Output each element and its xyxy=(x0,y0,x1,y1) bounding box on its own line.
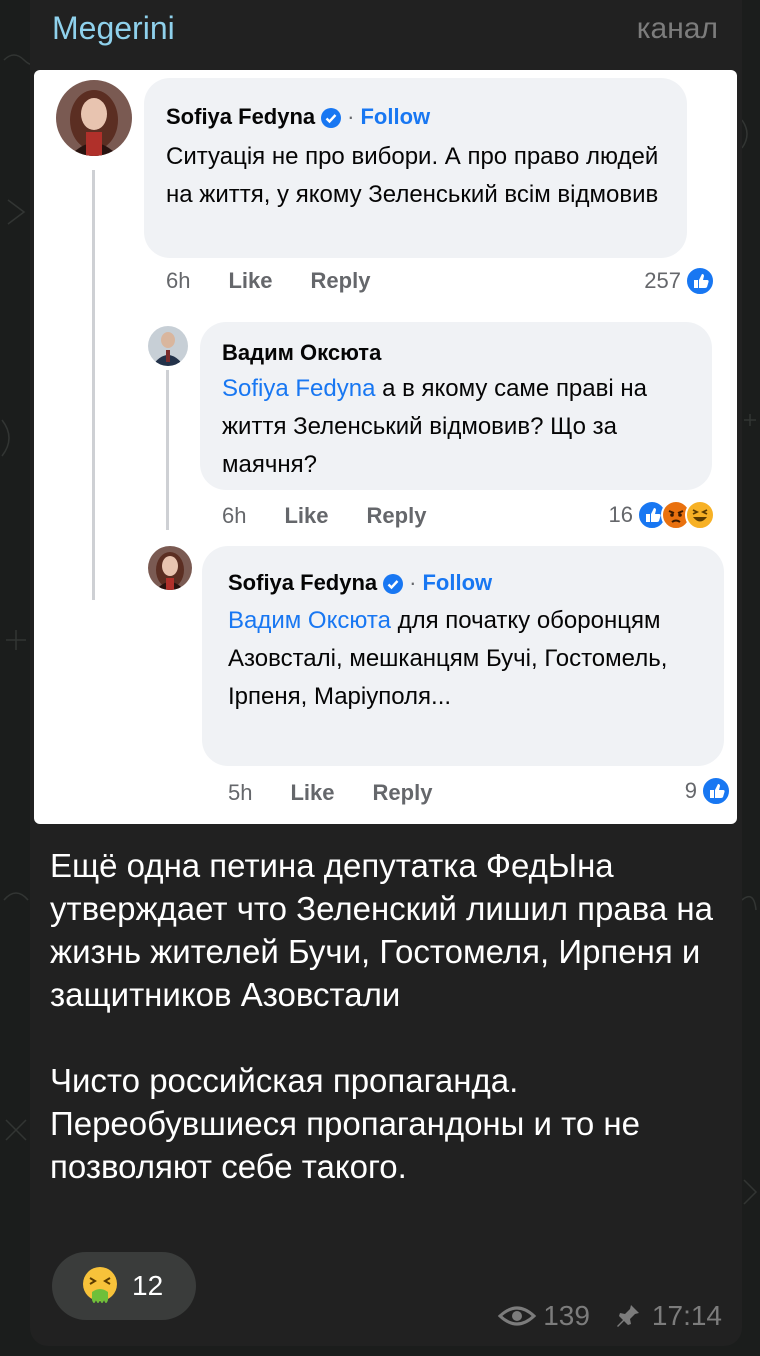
comment-text: Вадим Оксюта для початку оборонцям Азовс… xyxy=(228,607,668,710)
reaction-button[interactable]: 12 xyxy=(52,1252,196,1320)
verified-badge-icon xyxy=(321,108,342,129)
pin-icon xyxy=(616,1305,639,1327)
mention-link[interactable]: Sofiya Fedyna xyxy=(222,375,375,402)
reply-button[interactable]: Reply xyxy=(367,503,427,528)
comment-actions: 6h Like Reply xyxy=(222,503,464,529)
like-button[interactable]: Like xyxy=(228,268,272,293)
reaction-summary[interactable]: 257 xyxy=(644,266,715,296)
avatar xyxy=(56,80,132,156)
avatar xyxy=(148,326,188,366)
like-reaction-icon xyxy=(701,776,731,806)
embedded-screenshot[interactable]: Sofiya Fedyna · Follow Ситуація не про виб… xyxy=(34,70,737,824)
vomiting-face-icon xyxy=(83,1267,117,1303)
channel-name[interactable]: Megerini xyxy=(52,10,175,47)
mention-link[interactable]: Вадим Оксюта xyxy=(228,607,391,634)
eye-icon xyxy=(498,1306,537,1326)
comment-actions: 5h Like Reply xyxy=(228,780,470,806)
comment-text: Ситуація не про вибори. А про право люде… xyxy=(166,143,659,208)
comment-author[interactable]: Sofiya Fedyna · Follow xyxy=(166,104,430,130)
like-reaction-icon xyxy=(685,266,715,296)
reply-button[interactable]: Reply xyxy=(373,780,433,805)
comment-time: 5h xyxy=(228,780,253,805)
comment-text: Sofiya Fedyna а в якому саме праві на жи… xyxy=(222,375,647,478)
follow-button[interactable]: Follow xyxy=(422,570,492,595)
views-count: 139 xyxy=(543,1300,590,1331)
reaction-summary[interactable]: 16 xyxy=(609,500,715,530)
like-button[interactable]: Like xyxy=(290,780,334,805)
message-time: 17:14 xyxy=(651,1300,722,1331)
comment-author[interactable]: Sofiya Fedyna · Follow xyxy=(228,570,492,596)
thread-connector xyxy=(166,370,169,530)
comment-actions: 6h Like Reply xyxy=(166,268,408,294)
comment-time: 6h xyxy=(166,268,191,293)
message-footer: 139 17:14 xyxy=(497,1300,722,1332)
follow-button[interactable]: Follow xyxy=(360,104,430,129)
comment-time: 6h xyxy=(222,503,247,528)
avatar xyxy=(148,546,192,590)
haha-reaction-icon xyxy=(685,500,715,530)
verified-badge-icon xyxy=(383,574,404,595)
post-text: Ещё одна петина депутатка ФедЫна утвержд… xyxy=(50,847,714,1185)
channel-type-label: канал xyxy=(636,12,718,45)
reaction-summary[interactable]: 9 xyxy=(685,776,731,806)
thread-connector xyxy=(92,170,95,600)
reply-button[interactable]: Reply xyxy=(311,268,371,293)
reaction-count: 12 xyxy=(132,1270,164,1301)
like-button[interactable]: Like xyxy=(284,503,328,528)
comment-author[interactable]: Вадим Оксюта xyxy=(222,340,381,366)
